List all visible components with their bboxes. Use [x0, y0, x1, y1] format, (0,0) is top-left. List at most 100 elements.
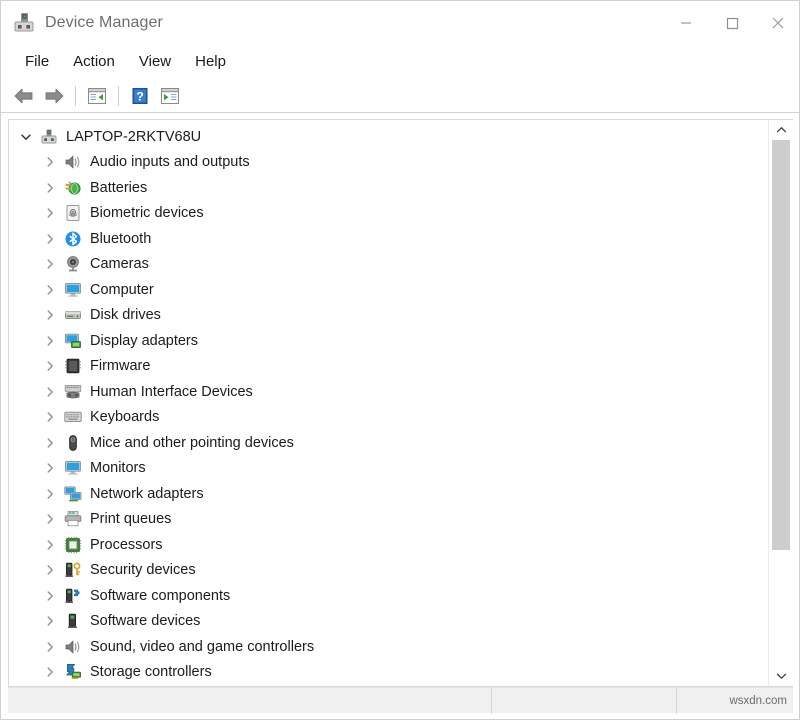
- tree-item-label: Cameras: [90, 256, 149, 272]
- scrollbar-thumb[interactable]: [772, 140, 790, 550]
- device-manager-icon: [11, 10, 37, 36]
- tree-item-label: Display adapters: [90, 333, 198, 349]
- forward-button[interactable]: [39, 82, 69, 110]
- tree-item[interactable]: Security devices: [9, 558, 771, 584]
- tree-item-label: Print queues: [90, 511, 171, 527]
- chevron-right-icon[interactable]: [41, 459, 59, 477]
- chevron-right-icon[interactable]: [41, 663, 59, 681]
- back-button[interactable]: [9, 82, 39, 110]
- chevron-right-icon[interactable]: [41, 179, 59, 197]
- tree-item[interactable]: Disk drives: [9, 303, 771, 329]
- vertical-scrollbar[interactable]: [768, 120, 792, 686]
- battery-icon: [64, 179, 82, 197]
- tree-item-label: Disk drives: [90, 307, 161, 323]
- chevron-right-icon[interactable]: [41, 332, 59, 350]
- tree-item-label: Storage controllers: [90, 664, 212, 680]
- chevron-right-icon[interactable]: [41, 357, 59, 375]
- tree-item-label: Sound, video and game controllers: [90, 639, 314, 655]
- security-key-icon: [64, 561, 82, 579]
- tree-item[interactable]: Software devices: [9, 609, 771, 635]
- tree-item[interactable]: Network adapters: [9, 481, 771, 507]
- scroll-up-button[interactable]: [769, 120, 793, 140]
- tree-item[interactable]: Bluetooth: [9, 226, 771, 252]
- computer-node-icon: [40, 128, 58, 146]
- forward-arrow-icon: [43, 87, 65, 105]
- tree-item[interactable]: Mice and other pointing devices: [9, 430, 771, 456]
- chevron-right-icon[interactable]: [41, 306, 59, 324]
- maximize-button[interactable]: [709, 1, 755, 45]
- chevron-right-icon[interactable]: [41, 408, 59, 426]
- window-left-icon: [87, 87, 107, 105]
- tree-item[interactable]: Display adapters: [9, 328, 771, 354]
- chevron-right-icon[interactable]: [41, 204, 59, 222]
- show-hidden-button[interactable]: [155, 82, 185, 110]
- chevron-right-icon[interactable]: [41, 153, 59, 171]
- tree-item[interactable]: Human Interface Devices: [9, 379, 771, 405]
- device-tree-panel: LAPTOP-2RKTV68UAudio inputs and outputsB…: [8, 119, 793, 687]
- tree-item-label: Computer: [90, 282, 154, 298]
- properties-button[interactable]: [82, 82, 112, 110]
- title-bar: Device Manager: [1, 1, 800, 45]
- chevron-right-icon[interactable]: [41, 561, 59, 579]
- tree-item[interactable]: Batteries: [9, 175, 771, 201]
- tree-item[interactable]: Monitors: [9, 456, 771, 482]
- chevron-right-icon[interactable]: [41, 587, 59, 605]
- device-tree[interactable]: LAPTOP-2RKTV68UAudio inputs and outputsB…: [9, 120, 771, 686]
- tree-item[interactable]: Sound, video and game controllers: [9, 634, 771, 660]
- tree-item[interactable]: Storage controllers: [9, 660, 771, 686]
- help-button[interactable]: ?: [125, 82, 155, 110]
- toolbar-separator-2: [118, 86, 119, 106]
- speaker-icon: [64, 638, 82, 656]
- tree-item[interactable]: Keyboards: [9, 405, 771, 431]
- chevron-right-icon[interactable]: [41, 510, 59, 528]
- tree-item[interactable]: Print queues: [9, 507, 771, 533]
- chevron-right-icon[interactable]: [41, 255, 59, 273]
- menu-item-file[interactable]: File: [13, 50, 61, 74]
- tree-item[interactable]: Cameras: [9, 252, 771, 278]
- chevron-down-icon[interactable]: [17, 128, 35, 146]
- menu-item-action[interactable]: Action: [61, 50, 127, 74]
- bluetooth-icon: [64, 230, 82, 248]
- scroll-down-icon: [776, 672, 787, 680]
- tree-item[interactable]: Biometric devices: [9, 201, 771, 227]
- scroll-up-icon: [776, 126, 787, 134]
- network-adapter-icon: [64, 485, 82, 503]
- toolbar: ?: [1, 79, 800, 113]
- status-pane-1: [8, 688, 491, 714]
- menu-item-view[interactable]: View: [127, 50, 183, 74]
- chevron-right-icon[interactable]: [41, 612, 59, 630]
- tree-item-label: Human Interface Devices: [90, 384, 253, 400]
- chevron-right-icon[interactable]: [41, 281, 59, 299]
- minimize-button[interactable]: [663, 1, 709, 45]
- tree-item[interactable]: Software components: [9, 583, 771, 609]
- tree-item-label: Software devices: [90, 613, 200, 629]
- tree-item-label: Monitors: [90, 460, 146, 476]
- toolbar-separator-1: [75, 86, 76, 106]
- close-button[interactable]: [755, 1, 800, 45]
- tree-item[interactable]: Computer: [9, 277, 771, 303]
- firmware-chip-icon: [64, 357, 82, 375]
- menu-item-help[interactable]: Help: [183, 50, 238, 74]
- window-right-icon: [160, 87, 180, 105]
- mouse-icon: [64, 434, 82, 452]
- tree-item-label: Bluetooth: [90, 231, 151, 247]
- tree-item[interactable]: Firmware: [9, 354, 771, 380]
- chevron-right-icon[interactable]: [41, 434, 59, 452]
- watermark-text: wsxdn.com: [729, 695, 787, 707]
- tree-item[interactable]: Processors: [9, 532, 771, 558]
- chevron-right-icon[interactable]: [41, 638, 59, 656]
- tree-root-node[interactable]: LAPTOP-2RKTV68U: [9, 124, 771, 150]
- tree-item-label: Mice and other pointing devices: [90, 435, 294, 451]
- scroll-down-button[interactable]: [769, 666, 793, 686]
- device-manager-window: Device Manager File Action: [0, 0, 800, 720]
- camera-icon: [64, 255, 82, 273]
- chevron-right-icon[interactable]: [41, 383, 59, 401]
- hid-icon: [64, 383, 82, 401]
- scrollbar-track[interactable]: [769, 140, 793, 666]
- chevron-right-icon[interactable]: [41, 536, 59, 554]
- help-question-icon: ?: [131, 87, 149, 105]
- status-pane-2: [491, 688, 676, 714]
- tree-item[interactable]: Audio inputs and outputs: [9, 150, 771, 176]
- chevron-right-icon[interactable]: [41, 485, 59, 503]
- chevron-right-icon[interactable]: [41, 230, 59, 248]
